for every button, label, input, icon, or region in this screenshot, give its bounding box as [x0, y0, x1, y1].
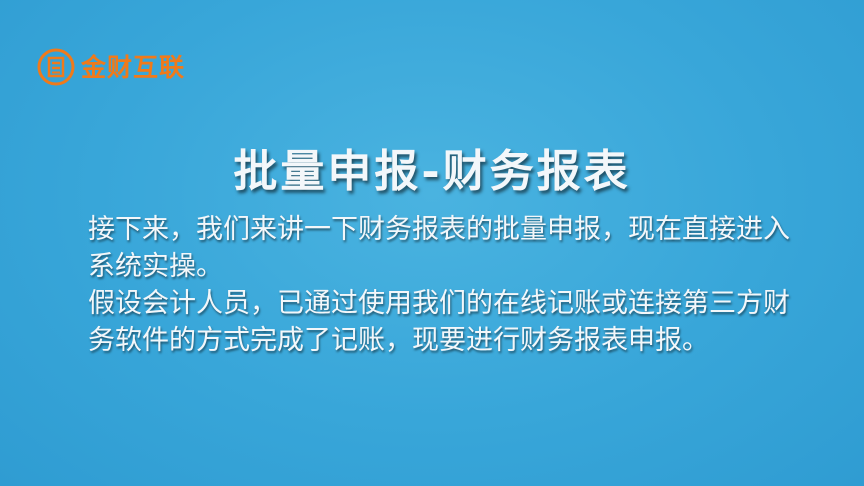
slide-title: 批量申报-财务报表	[233, 146, 631, 197]
brand-name: 金财互联	[81, 52, 186, 82]
slide-body: 接下来，我们来讲一下财务报表的批量申报，现在直接进入系统实操。 假设会计人员，已…	[88, 211, 808, 359]
paragraph-scenario: 假设会计人员，已通过使用我们的在线记账或连接第三方财务软件的方式完成了记账，现要…	[88, 288, 790, 356]
paragraph-intro: 接下来，我们来讲一下财务报表的批量申报，现在直接进入系统实操。	[88, 214, 790, 282]
logo-emblem-icon	[37, 48, 75, 86]
brand-logo: 金财互联	[37, 45, 185, 89]
